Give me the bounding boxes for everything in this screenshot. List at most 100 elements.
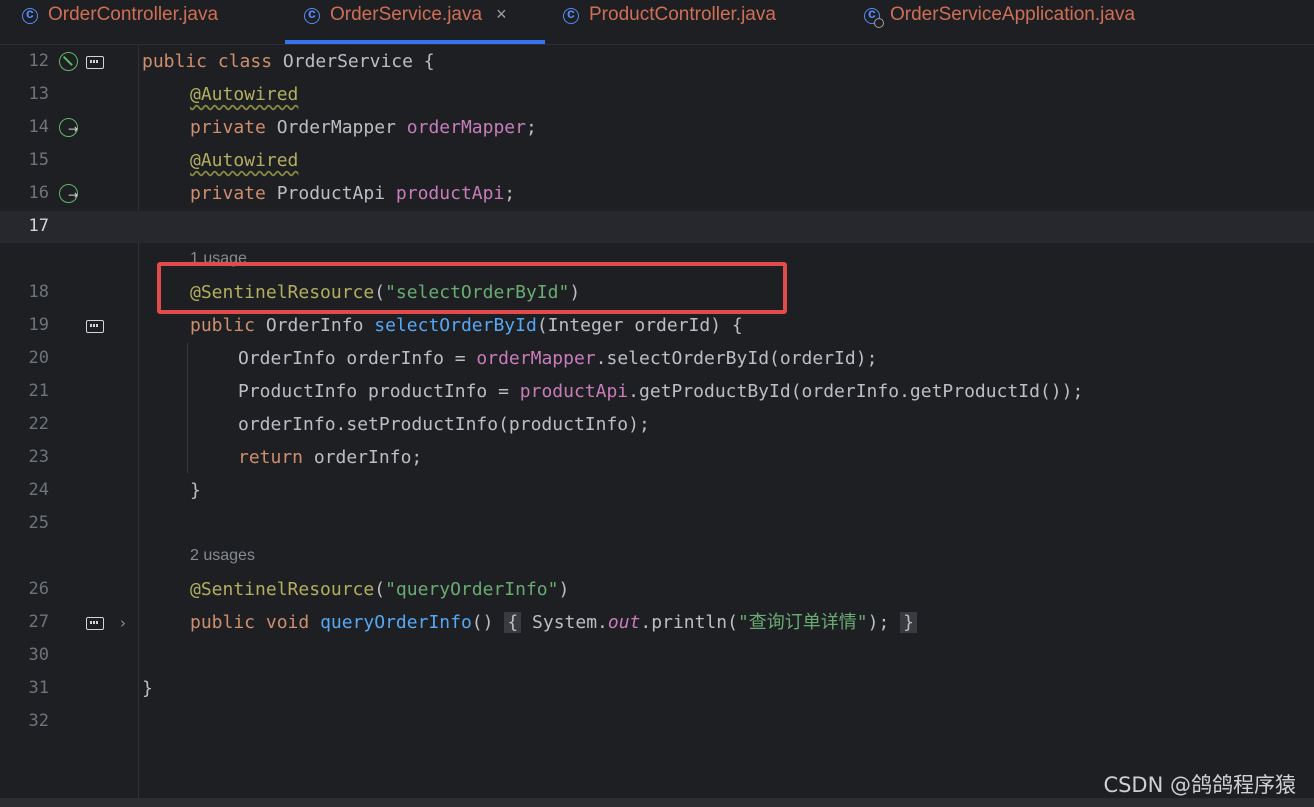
active-tab-indicator <box>285 40 545 44</box>
code-line-27[interactable]: public void queryOrderInfo() { System.ou… <box>190 606 917 639</box>
close-icon[interactable]: × <box>496 4 507 25</box>
tab-label: OrderServiceApplication.java <box>890 4 1136 25</box>
code-text: .getProductById(orderInfo.getProductId()… <box>628 381 1084 402</box>
code-text: System. <box>532 612 608 633</box>
code-text: .println( <box>640 612 738 633</box>
code-text: orderInfo; <box>303 447 423 468</box>
usages-hint[interactable]: 2 usages <box>190 547 255 565</box>
line-number: 13 <box>28 84 49 104</box>
line-number: 12 <box>28 51 49 71</box>
code-line-26[interactable]: @SentinelResource("queryOrderInfo") <box>190 573 569 606</box>
keyword: public <box>190 612 256 633</box>
keyword: private <box>190 183 266 204</box>
method-name: selectOrderById <box>374 315 537 336</box>
tab-order-service[interactable]: OrderService.java × <box>304 0 507 44</box>
tab-label: OrderController.java <box>48 4 219 25</box>
class-icon <box>22 5 38 24</box>
code-text: ); <box>867 612 890 633</box>
method-name: queryOrderInfo <box>320 612 472 633</box>
autowired-navigate-icon[interactable]: → <box>59 184 78 203</box>
code-line-21[interactable]: ProductInfo productInfo = productApi.get… <box>238 375 1083 408</box>
annotation: @Autowired <box>190 84 299 105</box>
parameters: () <box>471 612 494 633</box>
type-name: OrderMapper <box>276 117 396 138</box>
code-line-15[interactable]: @Autowired <box>190 144 298 177</box>
code-line-16[interactable]: private ProductApi productApi; <box>190 177 515 210</box>
line-number: 17 <box>28 216 49 236</box>
line-number: 25 <box>28 513 49 533</box>
line-number: 21 <box>28 381 49 401</box>
string-literal: "查询订单详情" <box>737 612 868 633</box>
code-line-22[interactable]: orderInfo.setProductInfo(productInfo); <box>238 408 650 441</box>
paren: ( <box>374 579 386 600</box>
class-name: OrderService <box>282 51 413 72</box>
tab-label: ProductController.java <box>589 4 776 25</box>
watermark: CSDN @鸽鸽程序猿 <box>1103 773 1296 797</box>
line-number: 18 <box>28 282 49 302</box>
spring-app-class-icon <box>864 5 884 28</box>
tab-order-controller[interactable]: OrderController.java <box>22 0 218 44</box>
code-line-24[interactable]: } <box>190 474 201 507</box>
implements-icon[interactable] <box>86 320 104 333</box>
keyword: public <box>142 51 208 72</box>
line-number: 14 <box>28 117 49 137</box>
current-line-highlight <box>0 211 1314 243</box>
implements-icon[interactable] <box>86 56 104 69</box>
indent-guide <box>187 343 188 473</box>
annotation: @Autowired <box>190 150 299 171</box>
field-name: productApi <box>519 381 629 402</box>
code-line-13[interactable]: @Autowired <box>190 78 298 111</box>
paren: ) <box>558 579 570 600</box>
code-line-31[interactable]: } <box>142 672 153 705</box>
semicolon: ; <box>525 117 537 138</box>
line-number: 26 <box>28 579 49 599</box>
field-name: orderMapper <box>406 117 526 138</box>
code-line-14[interactable]: private OrderMapper orderMapper; <box>190 111 537 144</box>
class-icon <box>563 5 579 24</box>
folded-region-brace[interactable]: } <box>900 612 917 633</box>
line-number: 15 <box>28 150 49 170</box>
line-number: 30 <box>28 645 49 665</box>
line-number: 20 <box>28 348 49 368</box>
code-line-23[interactable]: return orderInfo; <box>238 441 422 474</box>
field-name: orderMapper <box>476 348 596 369</box>
keyword: return <box>238 447 304 468</box>
code-line-20[interactable]: OrderInfo orderInfo = orderMapper.select… <box>238 342 877 375</box>
brace: { <box>423 51 435 72</box>
string-literal: "queryOrderInfo" <box>385 579 559 600</box>
code-text: OrderInfo orderInfo = <box>238 348 477 369</box>
tab-product-controller[interactable]: ProductController.java <box>563 0 776 44</box>
line-number: 16 <box>28 183 49 203</box>
autowired-navigate-icon[interactable]: → <box>59 118 78 137</box>
editor-tab-bar: OrderController.java OrderService.java ×… <box>0 0 1314 45</box>
status-strip <box>0 798 1314 807</box>
keyword: public <box>190 315 256 336</box>
class-icon <box>304 5 320 24</box>
keyword: class <box>217 51 273 72</box>
line-number: 19 <box>28 315 49 335</box>
folded-region-brace[interactable]: { <box>504 612 522 633</box>
parameters: (Integer orderId) { <box>536 315 743 336</box>
line-number: 24 <box>28 480 49 500</box>
line-number: 22 <box>28 414 49 434</box>
type-name: OrderInfo <box>265 315 364 336</box>
annotation: @SentinelResource <box>190 579 375 600</box>
highlight-box <box>157 262 787 314</box>
code-text: orderInfo.setProductInfo(productInfo); <box>238 414 650 435</box>
brace: } <box>190 480 201 501</box>
code-line-12[interactable]: public class OrderService { <box>142 45 435 78</box>
line-number: 31 <box>28 678 49 698</box>
field-name: productApi <box>395 183 505 204</box>
implements-icon[interactable] <box>86 617 104 630</box>
tab-order-service-application[interactable]: OrderServiceApplication.java <box>864 0 1135 44</box>
keyword: private <box>190 117 266 138</box>
type-name: ProductApi <box>276 183 386 204</box>
semicolon: ; <box>504 183 516 204</box>
line-number: 27 <box>28 612 49 632</box>
fold-expand-icon[interactable]: › <box>120 614 126 632</box>
tab-label: OrderService.java <box>330 4 483 25</box>
code-text: .selectOrderById(orderId); <box>595 348 878 369</box>
keyword: void <box>265 612 310 633</box>
brace: } <box>142 678 153 699</box>
spring-bean-icon[interactable] <box>59 52 78 71</box>
